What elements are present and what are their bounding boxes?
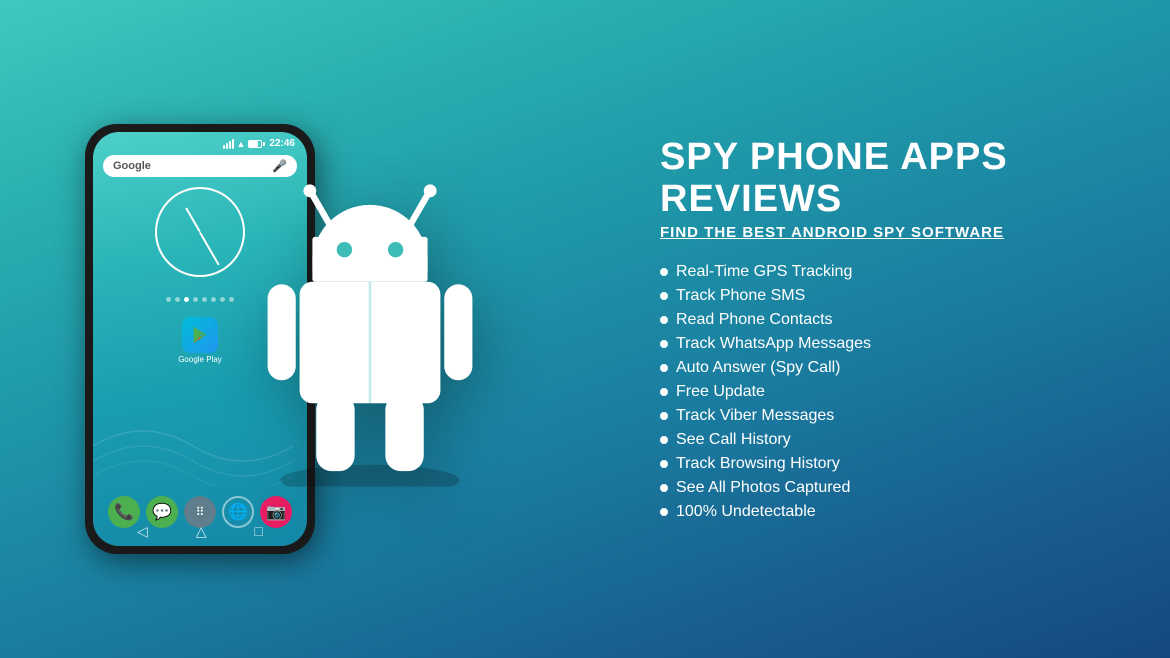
feature-item: Track Browsing History bbox=[660, 455, 1120, 473]
feature-text-5: Free Update bbox=[676, 383, 765, 401]
feature-text-6: Track Viber Messages bbox=[676, 407, 834, 425]
feature-text-8: Track Browsing History bbox=[676, 455, 840, 473]
nav-dot bbox=[220, 297, 225, 302]
sub-title: FIND THE BEST ANDROID SPY SOFTWARE bbox=[660, 224, 1120, 241]
android-robot-svg bbox=[240, 167, 500, 487]
nav-dot-active bbox=[184, 297, 189, 302]
feature-item: Track Viber Messages bbox=[660, 407, 1120, 425]
feature-text-9: See All Photos Captured bbox=[676, 479, 850, 497]
bullet-dot bbox=[660, 484, 668, 492]
phone-status-bar: ▲ 22:46 bbox=[93, 132, 307, 151]
recents-button[interactable]: □ bbox=[255, 523, 263, 540]
feature-item: See Call History bbox=[660, 431, 1120, 449]
app-container: ▲ 22:46 Google 🎤 bbox=[0, 0, 1170, 658]
bullet-dot bbox=[660, 340, 668, 348]
google-label: Google bbox=[113, 160, 151, 172]
bullet-dot bbox=[660, 436, 668, 444]
feature-text-0: Real-Time GPS Tracking bbox=[676, 263, 852, 281]
home-button[interactable]: △ bbox=[196, 523, 207, 540]
clock-hour-hand bbox=[185, 207, 201, 232]
battery-icon bbox=[248, 140, 262, 148]
signal-bars-icon bbox=[223, 139, 234, 149]
wifi-icon: ▲ bbox=[237, 139, 246, 149]
phone-nav-bar: ◁ △ □ bbox=[93, 519, 307, 542]
nav-dot bbox=[211, 297, 216, 302]
nav-dot bbox=[229, 297, 234, 302]
feature-item: Track Phone SMS bbox=[660, 287, 1120, 305]
android-mascot bbox=[240, 167, 500, 492]
bullet-dot bbox=[660, 388, 668, 396]
feature-text-2: Read Phone Contacts bbox=[676, 311, 833, 329]
feature-item: Read Phone Contacts bbox=[660, 311, 1120, 329]
bullet-dot bbox=[660, 412, 668, 420]
nav-dot bbox=[166, 297, 171, 302]
feature-text-10: 100% Undetectable bbox=[676, 503, 816, 521]
nav-dot bbox=[175, 297, 180, 302]
google-play-label: Google Play bbox=[178, 355, 222, 364]
feature-text-4: Auto Answer (Spy Call) bbox=[676, 359, 841, 377]
google-play-icon bbox=[182, 317, 218, 353]
features-list: Real-Time GPS Tracking Track Phone SMS R… bbox=[660, 263, 1120, 521]
feature-text-7: See Call History bbox=[676, 431, 791, 449]
feature-text-3: Track WhatsApp Messages bbox=[676, 335, 871, 353]
feature-item: 100% Undetectable bbox=[660, 503, 1120, 521]
right-section: SPY PHONE APPS REVIEWS FIND THE BEST AND… bbox=[640, 0, 1170, 658]
status-icons: ▲ 22:46 bbox=[223, 138, 296, 149]
bullet-dot bbox=[660, 364, 668, 372]
time-display: 22:46 bbox=[269, 138, 295, 149]
main-title: SPY PHONE APPS REVIEWS bbox=[660, 137, 1120, 221]
bullet-dot bbox=[660, 508, 668, 516]
bullet-dot bbox=[660, 268, 668, 276]
clock-minute-hand bbox=[199, 232, 219, 266]
feature-item: Real-Time GPS Tracking bbox=[660, 263, 1120, 281]
feature-item: Free Update bbox=[660, 383, 1120, 401]
nav-dot bbox=[193, 297, 198, 302]
clock-face bbox=[155, 187, 245, 277]
google-play-icon-item[interactable]: Google Play bbox=[176, 317, 224, 364]
bullet-dot bbox=[660, 316, 668, 324]
bullet-dot bbox=[660, 292, 668, 300]
back-button[interactable]: ◁ bbox=[137, 523, 148, 540]
feature-item: Track WhatsApp Messages bbox=[660, 335, 1120, 353]
feature-text-1: Track Phone SMS bbox=[676, 287, 805, 305]
bullet-dot bbox=[660, 460, 668, 468]
feature-item: Auto Answer (Spy Call) bbox=[660, 359, 1120, 377]
feature-item: See All Photos Captured bbox=[660, 479, 1120, 497]
nav-dot bbox=[202, 297, 207, 302]
apps-grid-icon: ⠿ bbox=[196, 505, 205, 519]
